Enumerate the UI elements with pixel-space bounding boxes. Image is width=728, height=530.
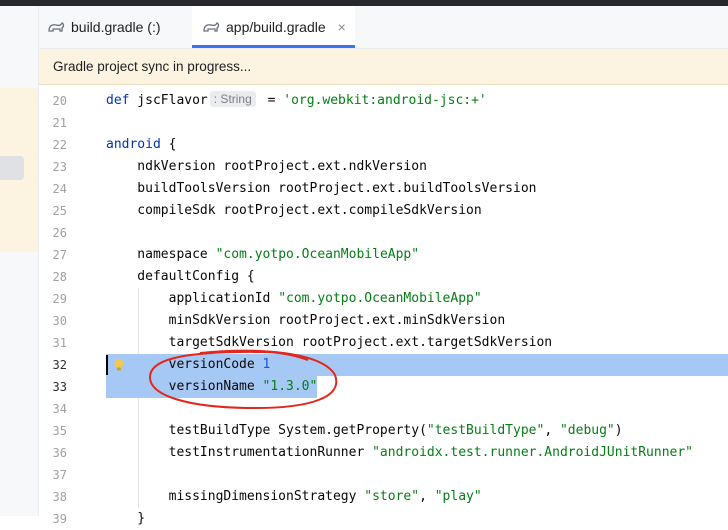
red-annotation-ellipse: [148, 349, 338, 410]
